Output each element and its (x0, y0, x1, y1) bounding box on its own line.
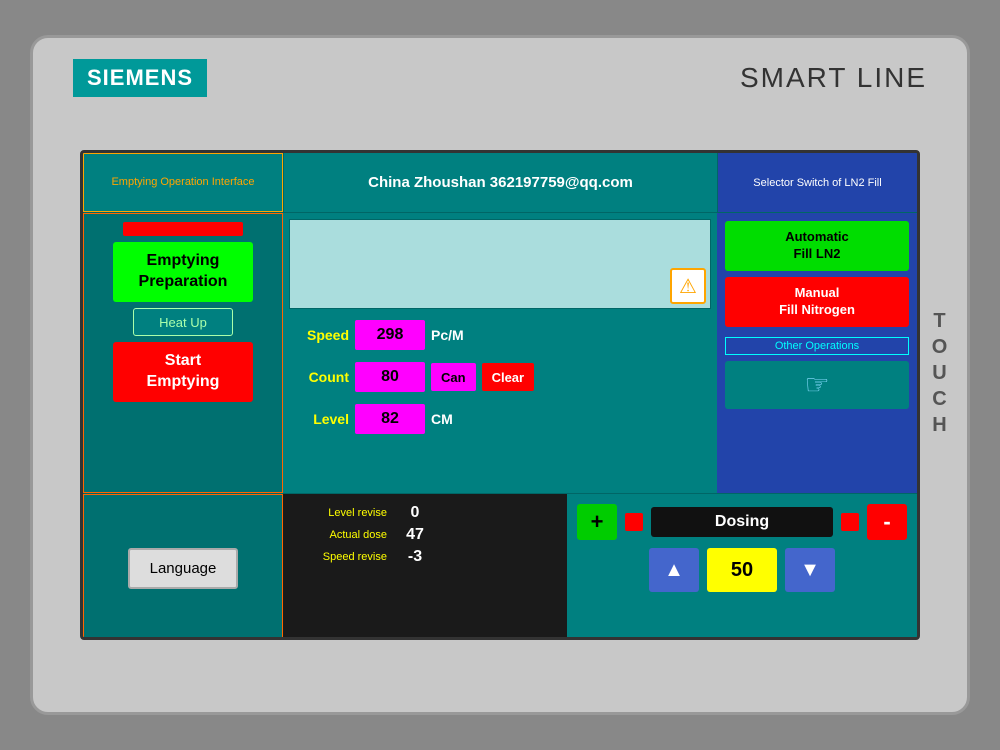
speed-value: 298 (355, 320, 425, 350)
bottom-right: + Dosing - ▲ 50 ▼ (567, 494, 917, 640)
level-value: 82 (355, 404, 425, 434)
language-button[interactable]: Language (128, 548, 239, 589)
speed-revise-label: Speed revise (297, 551, 387, 563)
dosing-top-row: + Dosing - (577, 504, 907, 540)
level-revise-row: Level revise 0 (297, 504, 553, 522)
speed-label: Speed (289, 327, 349, 343)
manual-fill-button[interactable]: Manual Fill Nitrogen (725, 277, 909, 327)
actual-dose-value: 47 (395, 526, 435, 544)
actual-dose-label: Actual dose (297, 529, 387, 541)
data-rows: Speed 298 Pc/M Count 80 Can Clear Level (289, 317, 711, 437)
top-center-panel: China Zhoushan 362197759@qq.com (283, 153, 717, 212)
center-panel: ⚠ Speed 298 Pc/M Count 80 Can Clear (283, 213, 717, 493)
plus-button[interactable]: + (577, 504, 617, 540)
minus-button[interactable]: - (867, 504, 907, 540)
start-emptying-button[interactable]: Start Emptying (113, 342, 253, 402)
level-row: Level 82 CM (289, 401, 711, 437)
level-revise-value: 0 (395, 504, 435, 522)
touch-label: TOUCH (921, 138, 957, 612)
selector-switch-label: Selector Switch of LN2 Fill (753, 177, 881, 189)
level-label: Level (289, 411, 349, 427)
screen-main: Emptying Preparation Heat Up Start Empty… (83, 213, 917, 493)
display-box: ⚠ (289, 219, 711, 309)
device-panel: SIEMENS SMART LINE TOUCH Emptying Operat… (30, 35, 970, 715)
count-row: Count 80 Can Clear (289, 359, 711, 395)
actual-dose-row: Actual dose 47 (297, 526, 553, 544)
left-panel: Emptying Preparation Heat Up Start Empty… (83, 213, 283, 493)
count-label: Count (289, 369, 349, 385)
down-button[interactable]: ▼ (785, 548, 835, 592)
red-indicator (625, 513, 643, 531)
device-header: SIEMENS SMART LINE (33, 38, 967, 118)
screen: Emptying Operation Interface China Zhous… (80, 150, 920, 640)
speed-revise-row: Speed revise -3 (297, 548, 553, 566)
dose-nav-row: ▲ 50 ▼ (577, 548, 907, 592)
top-right-panel: Selector Switch of LN2 Fill (717, 153, 917, 212)
emptying-operation-label: Emptying Operation Interface (111, 175, 254, 189)
speed-row: Speed 298 Pc/M (289, 317, 711, 353)
red-bar-indicator (123, 222, 243, 236)
screen-bottom: Language Level revise 0 Actual dose 47 S… (83, 493, 917, 640)
clear-button[interactable]: Clear (482, 363, 535, 391)
level-unit: CM (431, 411, 481, 427)
dose-value: 50 (707, 548, 777, 592)
red-indicator-2 (841, 513, 859, 531)
bottom-left: Language (83, 494, 283, 640)
emptying-preparation-button[interactable]: Emptying Preparation (113, 242, 253, 302)
dosing-label: Dosing (651, 507, 833, 537)
hand-icon: ☞ (804, 368, 829, 401)
can-button[interactable]: Can (431, 363, 476, 391)
level-revise-label: Level revise (297, 507, 387, 519)
smart-line-text: SMART LINE (740, 62, 927, 94)
auto-fill-button[interactable]: Automatic Fill LN2 (725, 221, 909, 271)
screen-topbar: Emptying Operation Interface China Zhous… (83, 153, 917, 213)
warning-icon: ⚠ (670, 268, 706, 304)
speed-unit: Pc/M (431, 327, 481, 343)
other-ops-button[interactable]: ☞ (725, 361, 909, 409)
top-left-panel: Emptying Operation Interface (83, 153, 283, 212)
right-panel: Automatic Fill LN2 Manual Fill Nitrogen … (717, 213, 917, 493)
contact-info: China Zhoushan 362197759@qq.com (368, 174, 633, 191)
count-value: 80 (355, 362, 425, 392)
up-button[interactable]: ▲ (649, 548, 699, 592)
bottom-center: Level revise 0 Actual dose 47 Speed revi… (283, 494, 567, 640)
heat-up-button[interactable]: Heat Up (133, 308, 233, 336)
siemens-logo: SIEMENS (73, 59, 207, 97)
speed-revise-value: -3 (395, 548, 435, 566)
other-ops-label: Other Operations (725, 337, 909, 355)
